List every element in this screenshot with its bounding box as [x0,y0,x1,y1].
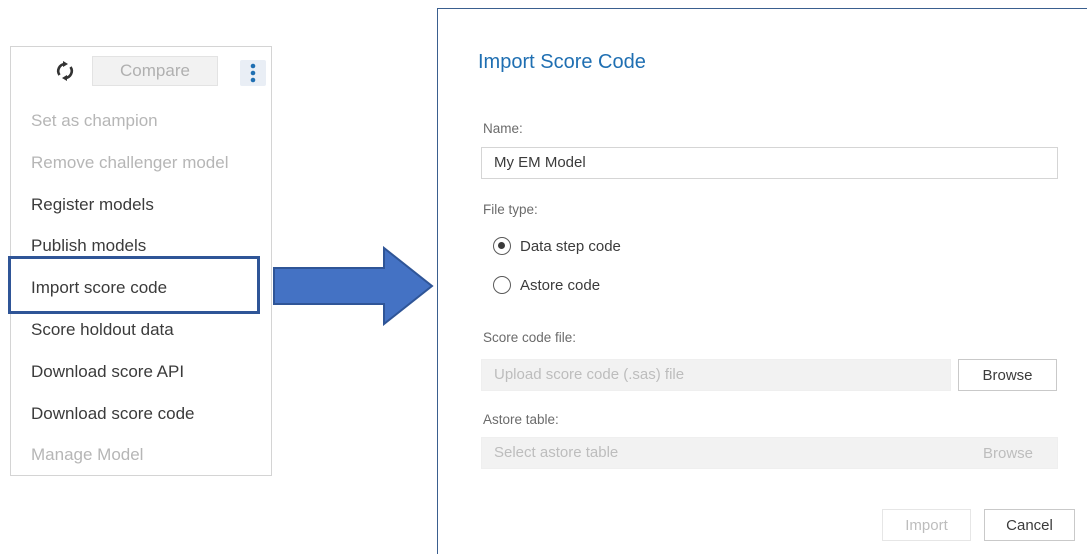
menu-toolbar: Compare [11,47,271,93]
score-code-file-label: Score code file: [483,330,577,345]
radio-button-unchecked[interactable] [493,276,511,294]
import-score-code-dialog: Import Score Code Name: My EM Model File… [437,8,1087,554]
file-type-label: File type: [483,202,538,217]
score-code-file-input[interactable]: Upload score code (.sas) file [481,359,951,391]
astore-table-label: Astore table: [483,412,559,427]
menu-item-import-score-code[interactable]: Import score code [11,267,271,309]
menu-item-download-score-code[interactable]: Download score code [11,393,271,435]
dialog-title: Import Score Code [478,51,646,73]
actions-menu-panel: Compare Set as champion Remove challenge… [10,46,272,476]
astore-browse-button[interactable]: Browse [962,437,1054,469]
compare-button[interactable]: Compare [92,56,218,86]
radio-astore-code[interactable]: Astore code [493,274,600,296]
radio-button-checked[interactable] [493,237,511,255]
menu-list: Set as champion Remove challenger model … [11,100,271,476]
cancel-button[interactable]: Cancel [984,509,1075,541]
radio-label-data-step-code: Data step code [520,237,621,255]
import-button[interactable]: Import [882,509,971,541]
radio-label-astore-code: Astore code [520,276,601,294]
menu-item-set-as-champion[interactable]: Set as champion [11,100,271,142]
radio-data-step-code[interactable]: Data step code [493,235,621,257]
name-field[interactable]: My EM Model [481,147,1058,179]
kebab-menu-icon[interactable] [240,60,266,86]
menu-item-publish-models[interactable]: Publish models [11,225,271,267]
menu-item-register-models[interactable]: Register models [11,184,271,226]
menu-item-manage-model[interactable]: Manage Model [11,434,271,476]
name-label: Name: [483,121,523,136]
menu-item-remove-challenger-model[interactable]: Remove challenger model [11,142,271,184]
refresh-icon[interactable] [53,59,77,83]
right-arrow-icon [273,246,434,326]
menu-item-download-score-api[interactable]: Download score API [11,351,271,393]
menu-item-score-holdout-data[interactable]: Score holdout data [11,309,271,351]
score-code-browse-button[interactable]: Browse [958,359,1057,391]
